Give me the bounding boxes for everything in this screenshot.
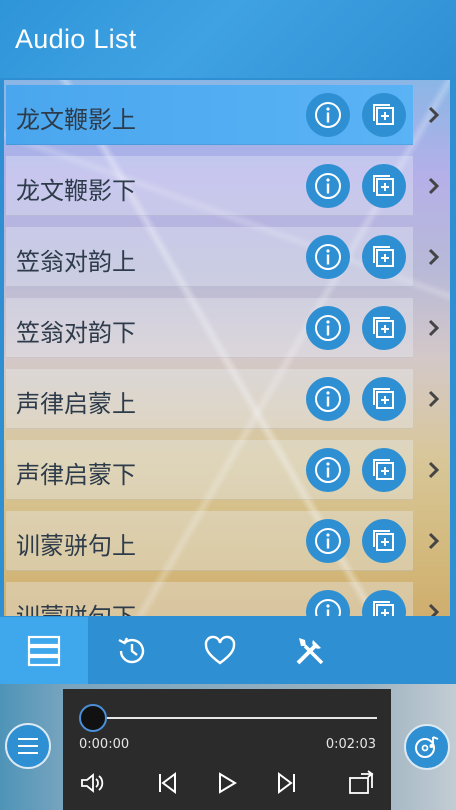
info-icon: [315, 173, 341, 199]
add-to-playlist-icon: [373, 175, 394, 196]
heart-icon: [204, 635, 236, 664]
volume-button[interactable]: [77, 767, 109, 799]
audio-list[interactable]: 龙文鞭影上 龙文鞭影下 笠翁对韵上 笠翁对韵下 声律启蒙上 声律启蒙下 训蒙骈句…: [4, 80, 450, 616]
list-item-label: 训蒙骈句上: [16, 532, 136, 560]
history-icon: [118, 636, 145, 663]
list-item-label: 龙文鞭影下: [16, 177, 136, 205]
list-item-label: 笠翁对韵上: [16, 248, 136, 276]
bottom-tab-bar: [0, 617, 456, 684]
add-to-playlist-icon: [373, 246, 394, 267]
list-item-label: 笠翁对韵下: [16, 319, 136, 347]
info-icon: [315, 102, 341, 128]
chevron-right-icon[interactable]: [424, 369, 444, 429]
chevron-right-icon[interactable]: [424, 582, 444, 616]
chevron-right-icon[interactable]: [424, 298, 444, 358]
chevron-right-icon[interactable]: [424, 156, 444, 216]
add-to-playlist-button[interactable]: [362, 448, 406, 492]
info-icon: [315, 528, 341, 554]
add-to-playlist-icon: [373, 388, 394, 409]
list-item[interactable]: 笠翁对韵下: [6, 298, 413, 358]
next-button[interactable]: [271, 767, 303, 799]
seek-bar[interactable]: [93, 717, 377, 719]
info-icon: [315, 315, 341, 341]
list-item[interactable]: 龙文鞭影上: [6, 85, 413, 145]
play-icon: [219, 772, 237, 794]
info-icon: [315, 599, 341, 616]
info-button[interactable]: [306, 306, 350, 350]
list-item[interactable]: 声律启蒙上: [6, 369, 413, 429]
total-time: 0:02:03: [325, 737, 376, 752]
info-icon: [315, 244, 341, 270]
add-to-playlist-icon: [373, 601, 394, 616]
info-button[interactable]: [306, 590, 350, 616]
add-to-playlist-icon: [373, 459, 394, 480]
add-to-playlist-icon: [373, 104, 394, 125]
info-icon: [315, 457, 341, 483]
player-panel: 0:00:00 0:02:03: [63, 689, 391, 810]
list-item[interactable]: 笠翁对韵上: [6, 227, 413, 287]
chevron-right-icon[interactable]: [424, 227, 444, 287]
header-bar: Audio List: [0, 0, 456, 78]
previous-button[interactable]: [151, 767, 183, 799]
tab-history[interactable]: [88, 617, 176, 684]
add-to-playlist-icon: [373, 530, 394, 551]
tab-audio-list[interactable]: [0, 617, 88, 684]
list-item-label: 训蒙骈句下: [16, 597, 136, 616]
info-button[interactable]: [306, 448, 350, 492]
add-to-playlist-icon: [373, 317, 394, 338]
add-to-playlist-button[interactable]: [362, 93, 406, 137]
info-icon: [315, 386, 341, 412]
repeat-button[interactable]: [345, 767, 377, 799]
info-button[interactable]: [306, 164, 350, 208]
list-item[interactable]: 训蒙骈句下: [6, 582, 413, 616]
chevron-right-icon[interactable]: [424, 85, 444, 145]
tab-favorites[interactable]: [176, 617, 264, 684]
media-player: 0:00:00 0:02:03: [0, 684, 456, 810]
current-time: 0:00:00: [79, 737, 130, 752]
list-item[interactable]: 声律启蒙下: [6, 440, 413, 500]
list-item[interactable]: 训蒙骈句上: [6, 511, 413, 571]
info-button[interactable]: [306, 377, 350, 421]
menu-button[interactable]: [5, 723, 51, 769]
repeat-icon: [349, 770, 374, 794]
chevron-right-icon[interactable]: [424, 511, 444, 571]
list-item-label: 声律启蒙下: [16, 461, 136, 489]
list-item[interactable]: 龙文鞭影下: [6, 156, 413, 216]
tab-settings[interactable]: [266, 617, 354, 684]
volume-icon: [81, 773, 104, 793]
skip-next-icon: [278, 772, 295, 794]
info-button[interactable]: [306, 93, 350, 137]
list-icon: [27, 635, 61, 666]
hamburger-menu-icon: [18, 738, 38, 754]
info-button[interactable]: [306, 519, 350, 563]
add-to-playlist-button[interactable]: [362, 377, 406, 421]
page-title: Audio List: [15, 24, 137, 54]
tools-icon: [296, 637, 324, 664]
add-to-playlist-button[interactable]: [362, 164, 406, 208]
skip-previous-icon: [159, 772, 176, 794]
info-button[interactable]: [306, 235, 350, 279]
seek-thumb[interactable]: [79, 704, 107, 732]
play-button[interactable]: [211, 767, 243, 799]
music-disc-icon: [415, 736, 439, 758]
add-to-playlist-button[interactable]: [362, 306, 406, 350]
add-to-playlist-button[interactable]: [362, 519, 406, 563]
chevron-right-icon[interactable]: [424, 440, 444, 500]
now-playing-button[interactable]: [404, 724, 450, 770]
add-to-playlist-button[interactable]: [362, 590, 406, 616]
list-item-label: 声律启蒙上: [16, 390, 136, 418]
list-item-label: 龙文鞭影上: [16, 106, 136, 134]
add-to-playlist-button[interactable]: [362, 235, 406, 279]
